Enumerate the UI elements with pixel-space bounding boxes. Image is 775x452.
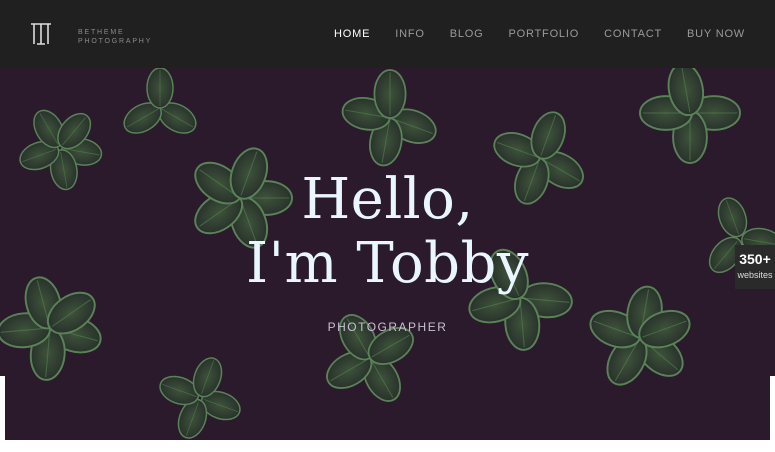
nav-info[interactable]: INFO <box>395 28 424 40</box>
nav-blog[interactable]: BLOG <box>450 28 484 40</box>
hero-title-line2: I'm Tobby <box>246 231 529 296</box>
main-nav: HOME INFO BLOG PORTFOLIO CONTACT BUY NOW <box>309 0 745 68</box>
hero-title: Hello, I'm Tobby <box>0 168 775 296</box>
badge-count: 350+ <box>739 251 771 267</box>
edge-strip-left <box>0 376 5 440</box>
nav-contact[interactable]: CONTACT <box>604 28 662 40</box>
nav-home[interactable]: HOME <box>334 28 370 40</box>
badge-label: websites <box>737 270 773 280</box>
nav-portfolio[interactable]: PORTFOLIO <box>509 28 580 40</box>
edge-strip-right <box>770 376 775 440</box>
nav-buy-now[interactable]: BUY NOW <box>687 28 745 40</box>
hero-subtitle: PHOTOGRAPHER <box>327 320 448 334</box>
brand-name: BETHEME PHOTOGRAPHY <box>78 28 152 46</box>
hero-title-line1: Hello, <box>301 167 474 232</box>
brand-line2: PHOTOGRAPHY <box>78 38 153 45</box>
logo-icon[interactable] <box>30 22 52 46</box>
hero-section: Hello, I'm Tobby PHOTOGRAPHER <box>0 68 775 440</box>
websites-badge[interactable]: 350+ websites <box>735 245 775 289</box>
site-header: BETHEME PHOTOGRAPHY HOME INFO BLOG PORTF… <box>0 0 775 68</box>
brand-line1: BETHEME <box>78 29 125 36</box>
